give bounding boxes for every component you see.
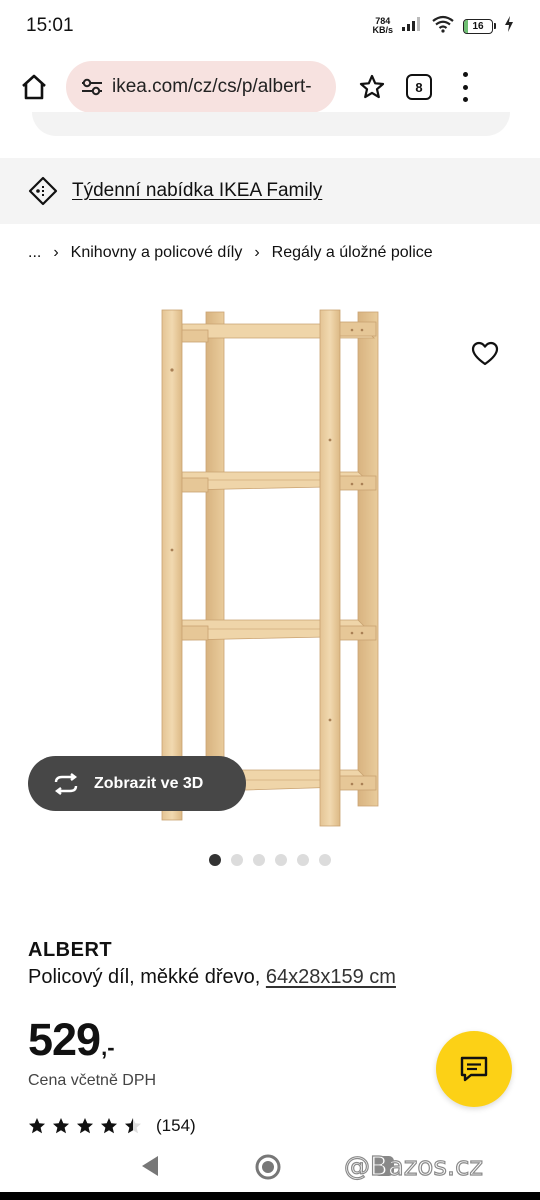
rotate-3d-icon [54,772,78,795]
product-name: ALBERT [28,939,113,961]
status-bar: 15:01 784 KB/s 16 [0,0,540,52]
battery-indicator: 16 [463,18,496,34]
price-suffix: ,- [101,1035,115,1060]
heart-outline-icon [471,341,499,366]
product-price: 529 ,- [28,1014,115,1066]
view-in-3d-button[interactable]: Zobrazit ve 3D [28,756,246,811]
tune-icon[interactable] [80,77,104,97]
product-type: Policový díl, měkké dřevo, [28,966,261,988]
bookmark-button[interactable] [354,69,390,105]
battery-fill [464,19,469,33]
home-nav-icon[interactable] [254,1153,282,1181]
review-count[interactable]: (154) [156,1116,196,1136]
more-vertical-icon[interactable] [460,72,470,102]
price-tag-icon [28,176,58,206]
product-rating[interactable]: (154) [28,1116,196,1136]
breadcrumb-item-bookcases[interactable]: Knihovny a policové díly [71,244,243,262]
bottom-edge [0,1192,540,1200]
carousel-dots[interactable] [209,854,331,866]
carousel-dot[interactable] [231,854,243,866]
star-filled-icon [77,1118,93,1134]
star-outline-icon [359,74,385,99]
clock: 15:01 [26,15,74,36]
network-speed-unit: KB/s [372,25,393,35]
star-half-icon [125,1118,141,1134]
home-button[interactable] [14,67,54,107]
star-filled-icon [53,1118,69,1134]
price-integer: 529 [28,1014,101,1065]
screen: 15:01 784 KB/s 16 ikea.com/cz/cs/p/alber… [0,0,540,1200]
wifi-icon [431,15,455,38]
star-filled-icon [29,1118,45,1134]
breadcrumb-item-shelving[interactable]: Regály a úložné police [272,244,433,262]
charging-icon [504,15,514,37]
carousel-dot[interactable] [319,854,331,866]
product-description: Policový díl, měkké dřevo, 64x28x159 cm [28,966,396,989]
url-text[interactable]: ikea.com/cz/cs/p/albert- [112,76,312,98]
search-field-edge [32,112,510,136]
signal-icon [401,16,423,37]
family-offer-link[interactable]: Týdenní nabídka IKEA Family [72,180,322,202]
view-in-3d-label: Zobrazit ve 3D [94,774,204,792]
battery-cap [494,23,496,29]
chevron-right-icon: › [53,244,59,261]
vat-note: Cena včetně DPH [28,1072,157,1089]
battery-body: 16 [463,18,493,34]
chat-button[interactable] [436,1031,512,1107]
carousel-dot[interactable] [253,854,265,866]
breadcrumb-ellipsis[interactable]: ... [28,244,41,262]
status-icons: 784 KB/s 16 [372,15,514,38]
carousel-dot[interactable] [297,854,309,866]
star-filled-icon [101,1118,117,1134]
chat-icon [460,1056,488,1082]
battery-level: 16 [472,20,484,32]
rating-stars [28,1117,142,1135]
carousel-dot[interactable] [209,854,221,866]
chevron-right-icon: › [254,244,260,261]
tab-switcher-button[interactable]: 8 [406,74,432,100]
favourite-button[interactable] [466,336,504,372]
back-icon[interactable] [140,1154,160,1178]
product-dimensions-link[interactable]: 64x28x159 cm [266,966,396,988]
carousel-dot[interactable] [275,854,287,866]
watermark: @Bazos.cz [343,1151,484,1182]
network-speed: 784 KB/s [372,17,393,35]
family-offer-banner[interactable]: Týdenní nabídka IKEA Family [0,158,540,224]
breadcrumb: ... › Knihovny a policové díly › Regály … [28,240,433,266]
home-icon [22,74,46,100]
address-bar[interactable]: ikea.com/cz/cs/p/albert- [66,61,336,113]
